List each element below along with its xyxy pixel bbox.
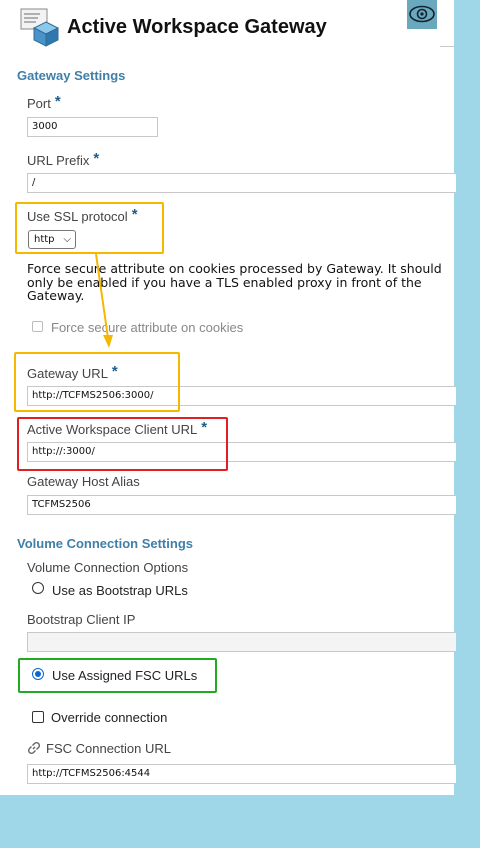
page-title: Active Workspace Gateway	[67, 16, 327, 38]
client-url-input[interactable]: http://:3000/	[27, 442, 456, 462]
gateway-url-input[interactable]: http://TCFMS2506:3000/	[27, 386, 456, 406]
client-url-label: Active Workspace Client URL *	[27, 419, 208, 437]
fsc-url-input[interactable]: http://TCFMS2506:4544	[27, 764, 456, 784]
secure-cookie-label: Force secure attribute on cookies	[51, 320, 244, 335]
ssl-protocol-label: Use SSL protocol *	[27, 206, 138, 224]
volume-options-label: Volume Connection Options	[27, 560, 189, 575]
bootstrap-urls-label: Use as Bootstrap URLs	[52, 583, 188, 598]
chevron-down-icon: ⌵	[63, 234, 71, 245]
required-marker: *	[201, 419, 208, 436]
host-alias-label: Gateway Host Alias	[27, 474, 140, 489]
gateway-settings-heading: Gateway Settings	[17, 68, 126, 83]
host-alias-input[interactable]: TCFMS2506	[27, 495, 456, 515]
gateway-url-label: Gateway URL *	[27, 363, 118, 381]
secure-cookie-checkbox[interactable]	[32, 321, 43, 332]
ssl-protocol-select[interactable]: http ⌵	[28, 230, 76, 249]
view-toggle-button[interactable]	[407, 0, 437, 29]
bootstrap-urls-radio[interactable]	[32, 582, 44, 594]
gateway-settings-panel: Active Workspace Gateway Gateway Setting…	[0, 0, 456, 795]
assigned-fsc-radio[interactable]	[32, 668, 44, 680]
bootstrap-ip-input[interactable]	[27, 632, 456, 652]
fsc-url-label: FSC Connection URL	[46, 741, 171, 756]
secure-cookie-description: Force secure attribute on cookies proces…	[27, 261, 442, 303]
required-marker: *	[111, 363, 118, 380]
bootstrap-ip-label: Bootstrap Client IP	[27, 612, 136, 627]
volume-settings-heading: Volume Connection Settings	[17, 536, 193, 551]
header-divider	[440, 46, 454, 47]
url-prefix-label: URL Prefix *	[27, 150, 100, 168]
assigned-fsc-label: Use Assigned FSC URLs	[52, 668, 198, 683]
required-marker: *	[131, 206, 138, 223]
required-marker: *	[54, 93, 61, 110]
port-input[interactable]: 3000	[27, 117, 158, 137]
required-marker: *	[93, 150, 100, 167]
eye-icon	[409, 5, 435, 23]
link-icon	[27, 741, 41, 755]
override-connection-label: Override connection	[51, 710, 168, 725]
gateway-cube-icon	[20, 8, 60, 47]
url-prefix-input[interactable]: /	[27, 173, 456, 193]
override-connection-checkbox[interactable]	[32, 711, 44, 723]
port-label: Port *	[27, 93, 61, 111]
